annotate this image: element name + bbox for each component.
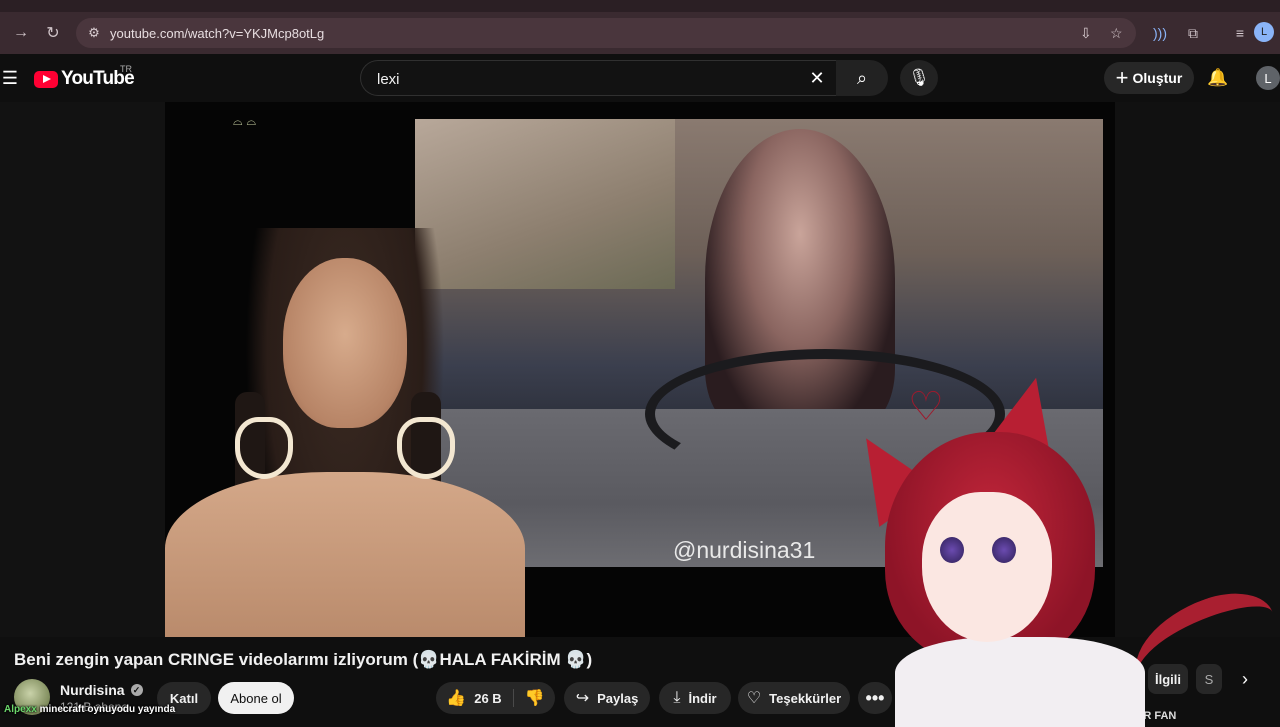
- video-player[interactable]: ⌓⌓ @nurdisina31: [165, 102, 1115, 637]
- clip-steering-wheel: [645, 349, 1005, 479]
- youtube-masthead: ☰ YouTube TR ✕ ⌕ 🎙 + Oluştur 🔔 L: [0, 54, 1280, 102]
- search-box: ✕: [360, 60, 837, 97]
- super-thanks-icon: ♡: [746, 690, 762, 707]
- tab-strip: [0, 0, 1280, 12]
- create-button[interactable]: + Oluştur: [1104, 62, 1194, 94]
- thumbs-down-icon: 👎: [524, 690, 545, 707]
- bookmark-star-icon[interactable]: ☆: [1110, 18, 1123, 48]
- share-button[interactable]: ↪ Paylaş: [564, 682, 650, 714]
- verified-check-icon: ✓: [130, 684, 143, 696]
- earring-left: [235, 417, 293, 479]
- thumbs-up-icon: 👍: [446, 690, 467, 707]
- thanks-button[interactable]: ♡ Teşekkürler: [738, 682, 850, 714]
- youtube-logo[interactable]: YouTube TR: [34, 64, 135, 90]
- ambient-left: [0, 102, 165, 637]
- country-code: TR: [120, 64, 132, 74]
- channel-name: Nurdisina: [60, 682, 125, 698]
- share-label: Paylaş: [597, 690, 639, 706]
- browser-profile-avatar[interactable]: L: [1254, 22, 1274, 42]
- decorative-birds: ⌓⌓: [233, 114, 260, 128]
- more-actions-button[interactable]: •••: [858, 682, 892, 714]
- tab-search-icon[interactable]: ≡: [1228, 21, 1252, 45]
- cast-icon[interactable]: ))): [1148, 21, 1172, 45]
- streamer-cutout: [165, 222, 525, 637]
- recommendation-title-partial[interactable]: ER FAN: [1136, 710, 1176, 722]
- site-info-icon[interactable]: ⚙: [84, 25, 104, 41]
- share-arrow-icon: ↪: [575, 690, 590, 707]
- search-icon: ⌕: [856, 67, 868, 88]
- browser-toolbar: → ↻ ⚙ youtube.com/watch?v=YKJMcp8otLg ⇩ …: [0, 12, 1280, 54]
- voice-search-button[interactable]: 🎙: [900, 60, 938, 96]
- notifications-bell-icon[interactable]: 🔔: [1206, 66, 1230, 90]
- extensions-icon[interactable]: ⧉: [1181, 21, 1205, 45]
- dislike-button[interactable]: 👎: [514, 682, 555, 714]
- install-icon[interactable]: ⇩: [1080, 18, 1092, 48]
- reload-button[interactable]: ↻: [40, 20, 66, 46]
- chip-related[interactable]: İlgili: [1148, 664, 1188, 694]
- video-title: Beni zengin yapan CRINGE videolarımı izl…: [14, 650, 593, 669]
- thanks-label: Teşekkürler: [769, 690, 842, 706]
- download-icon: ⤓: [673, 689, 681, 706]
- streamer-body: [165, 472, 525, 637]
- subscribe-button[interactable]: Abone ol: [218, 682, 294, 714]
- menu-icon[interactable]: ☰: [0, 66, 20, 90]
- create-label: Oluştur: [1132, 70, 1183, 86]
- forward-button[interactable]: →: [8, 20, 34, 46]
- search-input[interactable]: [375, 61, 799, 97]
- chip-partial[interactable]: S: [1196, 664, 1222, 694]
- stream-alert-message: minecraft oynuyodu yayında: [39, 704, 176, 715]
- like-dislike-group: 👍 26 B 👎: [436, 682, 555, 714]
- address-bar[interactable]: ⚙ youtube.com/watch?v=YKJMcp8otLg ⇩ ☆: [76, 18, 1136, 48]
- earring-right: [397, 417, 455, 479]
- like-button[interactable]: 👍 26 B: [436, 682, 512, 714]
- search-button[interactable]: ⌕: [836, 60, 888, 96]
- chevron-right-icon[interactable]: ›: [1232, 664, 1258, 694]
- stream-alert: Alpexx minecraft oynuyodu yayında: [4, 704, 175, 715]
- like-count: 26 B: [474, 690, 502, 706]
- ambient-right: [1115, 102, 1280, 637]
- clear-search-icon[interactable]: ✕: [805, 66, 829, 90]
- download-label: İndir: [688, 690, 717, 706]
- plus-icon: +: [1115, 65, 1129, 90]
- download-button[interactable]: ⤓ İndir: [659, 682, 731, 714]
- account-avatar[interactable]: L: [1256, 66, 1280, 90]
- video-watermark: @nurdisina31: [673, 537, 816, 563]
- youtube-play-icon: [34, 70, 58, 88]
- stream-alert-user: Alpexx: [4, 704, 37, 715]
- channel-name-row[interactable]: Nurdisina ✓: [60, 682, 143, 698]
- vtuber-body: [895, 637, 1145, 727]
- url-text: youtube.com/watch?v=YKJMcp8otLg: [110, 25, 325, 41]
- streamer-face: [283, 258, 407, 428]
- microphone-icon: 🎙: [908, 68, 930, 87]
